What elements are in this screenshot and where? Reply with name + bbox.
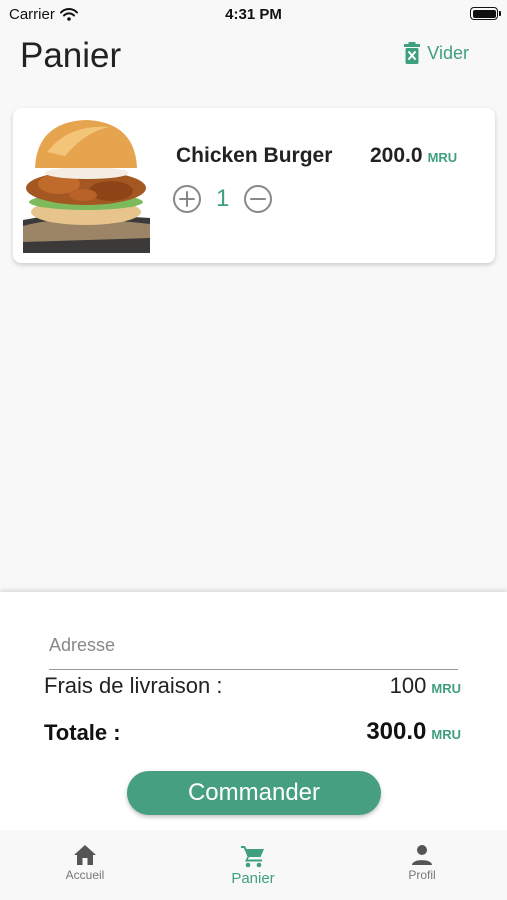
clear-cart-label: Vider xyxy=(427,42,469,63)
tab-home-label: Accueil xyxy=(65,868,105,882)
tab-cart[interactable]: Panier xyxy=(193,830,313,900)
minus-circle-icon[interactable] xyxy=(243,184,273,214)
cart-item-card: Chicken Burger 200.0 MRU 1 xyxy=(13,108,495,263)
page-title: Panier xyxy=(20,36,122,75)
price-currency: MRU xyxy=(427,150,458,165)
clear-cart-button[interactable]: Vider xyxy=(404,42,469,64)
delivery-fee-label: Frais de livraison : xyxy=(44,673,223,698)
person-icon xyxy=(412,845,432,865)
tab-profile[interactable]: Profil xyxy=(362,830,482,900)
home-icon xyxy=(74,845,96,865)
tab-profile-label: Profil xyxy=(408,868,436,882)
tab-cart-label: Panier xyxy=(231,870,275,887)
clock: 4:31 PM xyxy=(225,6,282,23)
battery-icon xyxy=(470,7,501,20)
quantity-value: 1 xyxy=(216,185,230,212)
price-value: 200.0 xyxy=(370,144,423,167)
trash-icon xyxy=(404,42,421,64)
status-bar: Carrier 4:31 PM xyxy=(0,0,507,28)
order-button[interactable]: Commander xyxy=(127,771,381,815)
product-price: 200.0 MRU xyxy=(370,144,457,168)
delivery-fee-currency: MRU xyxy=(431,681,461,696)
cart-icon xyxy=(241,846,264,868)
quantity-stepper: 1 xyxy=(172,184,273,214)
total: 300.0 MRU xyxy=(366,718,461,746)
tab-bar: Accueil Panier Profil xyxy=(0,830,507,900)
total-label: Totale : xyxy=(44,720,121,745)
address-input[interactable] xyxy=(49,622,458,670)
product-image xyxy=(23,118,150,253)
tab-home[interactable]: Accueil xyxy=(25,830,145,900)
product-name: Chicken Burger xyxy=(176,144,333,167)
total-value: 300.0 xyxy=(366,718,427,745)
delivery-fee-value: 100 xyxy=(389,673,427,698)
delivery-fee: 100 MRU xyxy=(390,673,461,699)
checkout-panel: Frais de livraison : 100 MRU Totale : 30… xyxy=(0,592,507,830)
plus-circle-icon[interactable] xyxy=(172,184,202,214)
total-currency: MRU xyxy=(431,727,461,742)
